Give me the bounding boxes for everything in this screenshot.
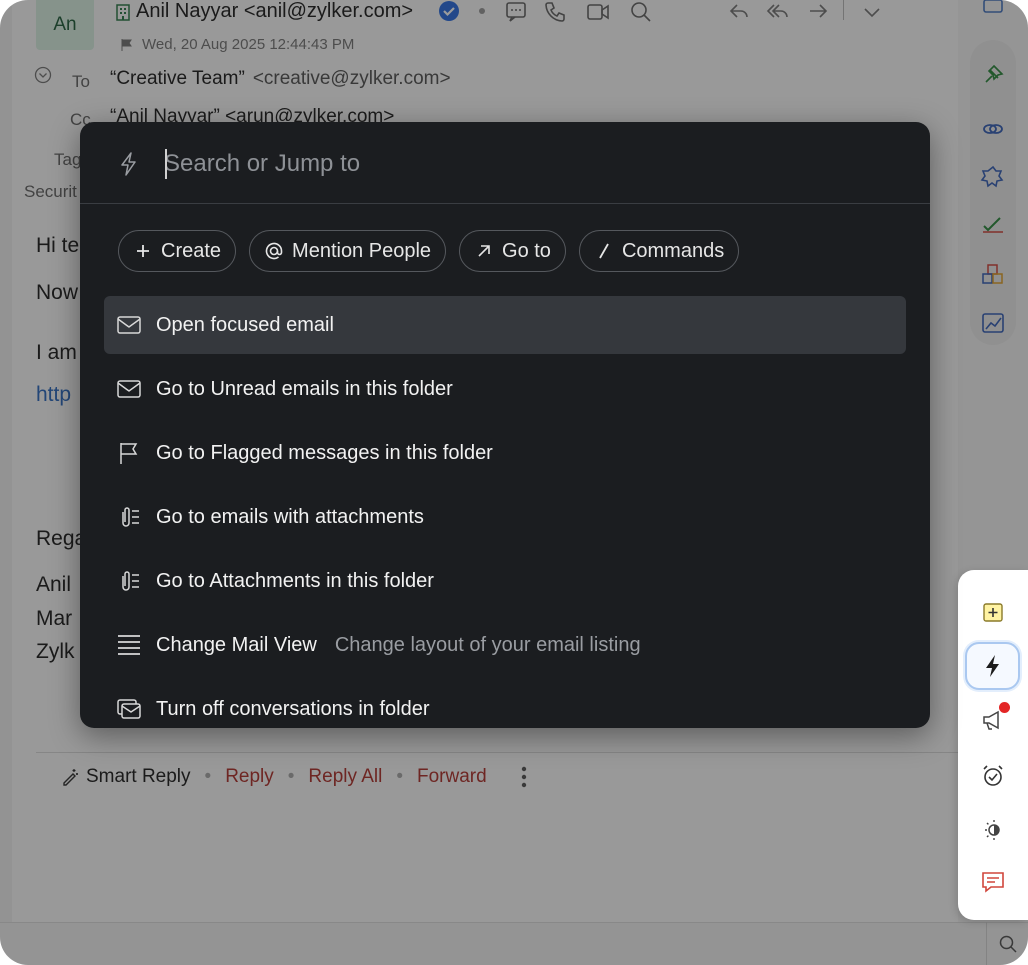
- commands-chip-label: Commands: [621, 239, 725, 262]
- command-item[interactable]: Go to Attachments in this folder: [104, 552, 906, 610]
- palette-search-row: [80, 122, 930, 204]
- go-to-chip[interactable]: Go to: [459, 230, 566, 272]
- quick-tools-panel: [958, 570, 1028, 920]
- sticky-note-button[interactable]: [965, 588, 1020, 636]
- list-view-icon: [118, 635, 140, 655]
- command-item[interactable]: Go to emails with attachments: [104, 488, 906, 546]
- command-item[interactable]: Change Mail View Change layout of your e…: [104, 616, 906, 674]
- chat-icon: [981, 872, 1004, 893]
- envelope-icon: [117, 380, 141, 398]
- announcements-button[interactable]: [965, 696, 1020, 744]
- command-palette-button[interactable]: [965, 642, 1020, 690]
- command-list: Open focused email Go to Unread emails i…: [104, 296, 906, 728]
- bolt-icon: [985, 655, 999, 677]
- theme-toggle-button[interactable]: [965, 806, 1020, 854]
- reminders-button[interactable]: [965, 752, 1020, 800]
- at-icon: [265, 242, 283, 260]
- commands-chip[interactable]: Commands: [578, 230, 740, 272]
- envelope-icon: [117, 316, 141, 334]
- command-item[interactable]: Go to Unread emails in this folder: [104, 360, 906, 418]
- command-label: Go to Unread emails in this folder: [156, 377, 453, 400]
- command-label: Go to Flagged messages in this folder: [156, 441, 493, 464]
- attachment-list-icon: [122, 571, 139, 591]
- command-label: Open focused email: [156, 313, 334, 336]
- mention-people-chip-label: Mention People: [292, 239, 432, 262]
- command-label: Go to Attachments in this folder: [156, 569, 434, 592]
- command-palette: Create Mention People Go to Commands Ope…: [80, 122, 930, 728]
- text-caret: [165, 149, 167, 179]
- chat-button[interactable]: [965, 858, 1020, 906]
- flag-icon: [120, 443, 138, 464]
- command-label: Turn off conversations in folder: [156, 697, 430, 720]
- alarm-clock-icon: [982, 765, 1003, 786]
- app-window: An Anil Nayyar <anil@zylker.com> Wed, 20…: [0, 0, 1028, 965]
- arrow-up-right-icon: [478, 245, 490, 257]
- conversation-icon: [117, 699, 141, 719]
- command-description: Change layout of your email listing: [334, 633, 641, 656]
- command-item[interactable]: Turn off conversations in folder: [104, 680, 906, 728]
- create-chip-label: Create: [161, 239, 222, 262]
- mention-people-chip[interactable]: Mention People: [249, 230, 447, 272]
- command-label: Go to emails with attachments: [156, 505, 424, 528]
- slash-icon: [599, 243, 609, 259]
- go-to-chip-label: Go to: [502, 239, 551, 262]
- create-chip[interactable]: Create: [118, 230, 237, 272]
- command-item[interactable]: Open focused email: [104, 296, 906, 354]
- theme-toggle-icon: [984, 820, 1000, 840]
- palette-chips: Create Mention People Go to Commands: [118, 230, 740, 272]
- command-item[interactable]: Go to Flagged messages in this folder: [104, 424, 906, 482]
- command-label: Change Mail View: [156, 633, 317, 656]
- attachment-list-icon: [122, 507, 139, 527]
- bolt-icon: [121, 152, 136, 176]
- plus-icon: [137, 245, 149, 257]
- sticky-note-icon: [982, 603, 1003, 622]
- notification-badge: [999, 702, 1010, 713]
- palette-search-input[interactable]: [164, 146, 864, 182]
